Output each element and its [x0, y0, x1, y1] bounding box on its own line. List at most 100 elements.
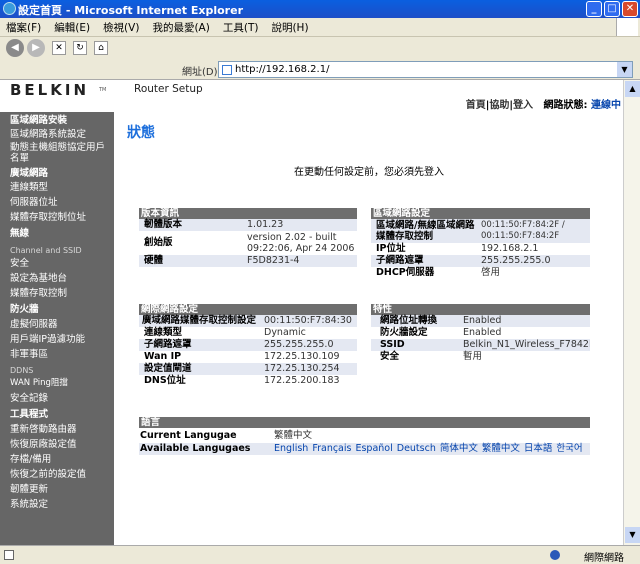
menu-tools[interactable]: 工具(T) [223, 20, 259, 35]
current-language-value: 繁體中文 [274, 430, 313, 441]
version-row: 創始版 version 2.02 - built 09:22:06, Apr 2… [139, 231, 357, 255]
stop-icon[interactable]: ✕ [52, 41, 66, 55]
row-label: 區域網路/無線區域網路 媒體存取控制 [376, 220, 475, 242]
sidebar-item-factory-default[interactable]: 恢復原廠設定值 [10, 439, 114, 450]
wan-row: DNS位址 172.25.200.183 [139, 375, 357, 387]
forward-button[interactable]: ▶ [27, 39, 45, 57]
minimize-button[interactable]: _ [586, 1, 602, 17]
row-value: 255.255.255.0 [481, 255, 551, 266]
menu-edit[interactable]: 編輯(E) [54, 20, 90, 35]
lan-row: 區域網路/無線區域網路 媒體存取控制 00:11:50:F7:84:2F / 0… [371, 219, 590, 243]
sidebar-item-mac-control[interactable]: 媒體存取控制 [10, 288, 114, 299]
address-dropdown-icon[interactable]: ▼ [617, 62, 632, 77]
lang-traditional-chinese-link[interactable]: 繁體中文 [482, 443, 520, 454]
login-message: 在更動任何設定前，您必須先登入 [294, 167, 444, 178]
sidebar-item-dns[interactable]: 伺服器位址 [10, 197, 114, 208]
home-icon[interactable]: ⌂ [94, 41, 108, 55]
wan-row: 連線類型 Dynamic [139, 327, 357, 339]
internet-zone-icon [550, 550, 560, 560]
sidebar-item-restore[interactable]: 恢復之前的設定值 [10, 469, 114, 480]
sidebar-item-ddns[interactable]: DDNS [10, 365, 114, 376]
close-button[interactable]: ✕ [622, 1, 638, 17]
features-section: 網路位址轉換 Enabled 防火牆設定 Enabled SSID Belkin… [371, 315, 590, 363]
sidebar-item-connection-type[interactable]: 連線類型 [10, 182, 114, 193]
sidebar-item-restart[interactable]: 重新啓動路由器 [10, 424, 114, 435]
maximize-button[interactable]: □ [604, 1, 620, 17]
sidebar-item-wan-ping[interactable]: WAN Ping阻擋 [10, 378, 114, 389]
page-content: BELKIN TM Router Setup 首頁|協助|登入 網路狀態: 連線… [0, 80, 623, 545]
home-link[interactable]: 首頁 [466, 100, 486, 111]
login-link[interactable]: 登入 [513, 100, 533, 111]
language-section-header: 語言 [139, 417, 590, 428]
router-header: BELKIN TM Router Setup 首頁|協助|登入 網路狀態: 連線… [0, 80, 623, 112]
sidebar-item-virtual-servers[interactable]: 虛擬伺服器 [10, 319, 114, 330]
wan-section-header: 網際網路設定 [139, 304, 357, 315]
row-value: 啓用 [481, 267, 501, 278]
row-label: 硬體 [144, 255, 164, 266]
sidebar-item-lan-settings[interactable]: 區域網路系統設定 [10, 129, 114, 140]
menu-favorites[interactable]: 我的最愛(A) [152, 20, 209, 35]
version-section-header: 版本資訊 [139, 208, 357, 219]
sidebar-item-channel-ssid[interactable]: Channel and SSID [10, 245, 114, 256]
row-value: 172.25.130.254 [264, 363, 340, 374]
back-button[interactable]: ◀ [6, 39, 24, 57]
ie-icon [3, 2, 16, 15]
lan-row: IP位址 192.168.2.1 [371, 243, 590, 255]
menu-view[interactable]: 檢視(V) [103, 20, 139, 35]
row-value: Enabled [463, 327, 502, 338]
sidebar-item-ip-filters[interactable]: 用戶端IP過濾功能 [10, 334, 114, 345]
vertical-scrollbar[interactable]: ▲ ▼ [623, 80, 640, 545]
lan-row: DHCP伺服器 啓用 [371, 267, 590, 279]
language-options: English Français Español Deutsch 简体中文 繁體中文 日本語… [274, 443, 587, 455]
version-row: 硬體 F5D8231-4 [139, 255, 357, 267]
scroll-down-icon[interactable]: ▼ [625, 527, 640, 543]
row-value: 255.255.255.0 [264, 339, 334, 350]
sidebar-item-dmz[interactable]: 非軍事區 [10, 349, 114, 360]
sidebar-item-security-log[interactable]: 安全記錄 [10, 393, 114, 404]
lang-french-link[interactable]: Français [312, 443, 351, 454]
window-title: 設定首頁 - Microsoft Internet Explorer [18, 4, 243, 17]
row-label: DHCP伺服器 [376, 267, 435, 278]
main-panel: 狀態 在更動任何設定前，您必須先登入 版本資訊 韌體版本 1.01.23 創始版… [114, 112, 623, 545]
menu-file[interactable]: 檔案(F) [6, 20, 41, 35]
row-value: version 2.02 - built 09:22:06, Apr 24 20… [247, 232, 355, 254]
address-input[interactable]: http://192.168.2.1/ ▼ [218, 61, 633, 78]
row-value: Belkin_N1_Wireless_F7842F [463, 339, 590, 350]
sidebar-item-access-point[interactable]: 設定為基地台 [10, 273, 114, 284]
refresh-icon[interactable]: ↻ [73, 41, 87, 55]
row-label: 網路位址轉換 [380, 315, 438, 326]
sidebar-item-system-settings[interactable]: 系統設定 [10, 499, 114, 510]
row-value: 172.25.130.109 [264, 351, 340, 362]
row-value: 00:11:50:F7:84:2F / 00:11:50:F7:84:2F [481, 220, 565, 241]
lan-section: 區域網路/無線區域網路 媒體存取控制 00:11:50:F7:84:2F / 0… [371, 219, 590, 283]
logo-trademark: TM [99, 87, 107, 93]
address-label: 網址(D) [182, 67, 218, 78]
toolbar: ◀ ▶ ✕ ↻ ⌂ [0, 37, 640, 59]
row-label: 設定值閘道 [144, 363, 192, 374]
lang-spanish-link[interactable]: Español [355, 443, 392, 454]
sidebar-item-wireless-security[interactable]: 安全 [10, 258, 114, 269]
page-done-icon [4, 550, 14, 560]
wan-section: 廣域網路媒體存取控制設定 00:11:50:F7:84:30 連線類型 Dyna… [139, 315, 357, 389]
lang-japanese-link[interactable]: 日本語 [524, 443, 553, 454]
lang-english-link[interactable]: English [274, 443, 308, 454]
row-label: 子網路遮罩 [376, 255, 424, 266]
lang-korean-link[interactable]: 한국어 [556, 443, 582, 454]
lang-german-link[interactable]: Deutsch [397, 443, 436, 454]
available-languages-label: Available Langugaes [140, 443, 251, 454]
sidebar-item-firmware-update[interactable]: 韌體更新 [10, 484, 114, 495]
sidebar-item-mac-address[interactable]: 媒體存取控制位址 [10, 212, 114, 223]
status-bar: 網際網路 [0, 545, 640, 564]
help-link[interactable]: 協助 [489, 100, 509, 111]
security-zone-label: 網際網路 [584, 553, 624, 564]
row-label: Wan IP [144, 351, 182, 362]
sidebar-head-firewall: 防火牆 [10, 304, 39, 315]
lang-simplified-chinese-link[interactable]: 简体中文 [440, 443, 478, 454]
row-value: F5D8231-4 [247, 255, 300, 266]
scroll-up-icon[interactable]: ▲ [625, 81, 640, 97]
menu-help[interactable]: 說明(H) [271, 20, 308, 35]
current-language-row: Current Langugae 繁體中文 [139, 430, 590, 442]
sidebar-item-dhcp-list[interactable]: 動態主機組態協定用戶名單 [10, 142, 114, 164]
address-bar: 網址(D) http://192.168.2.1/ ▼ [0, 59, 640, 80]
sidebar-item-save-backup[interactable]: 存檔/備用 [10, 454, 114, 465]
